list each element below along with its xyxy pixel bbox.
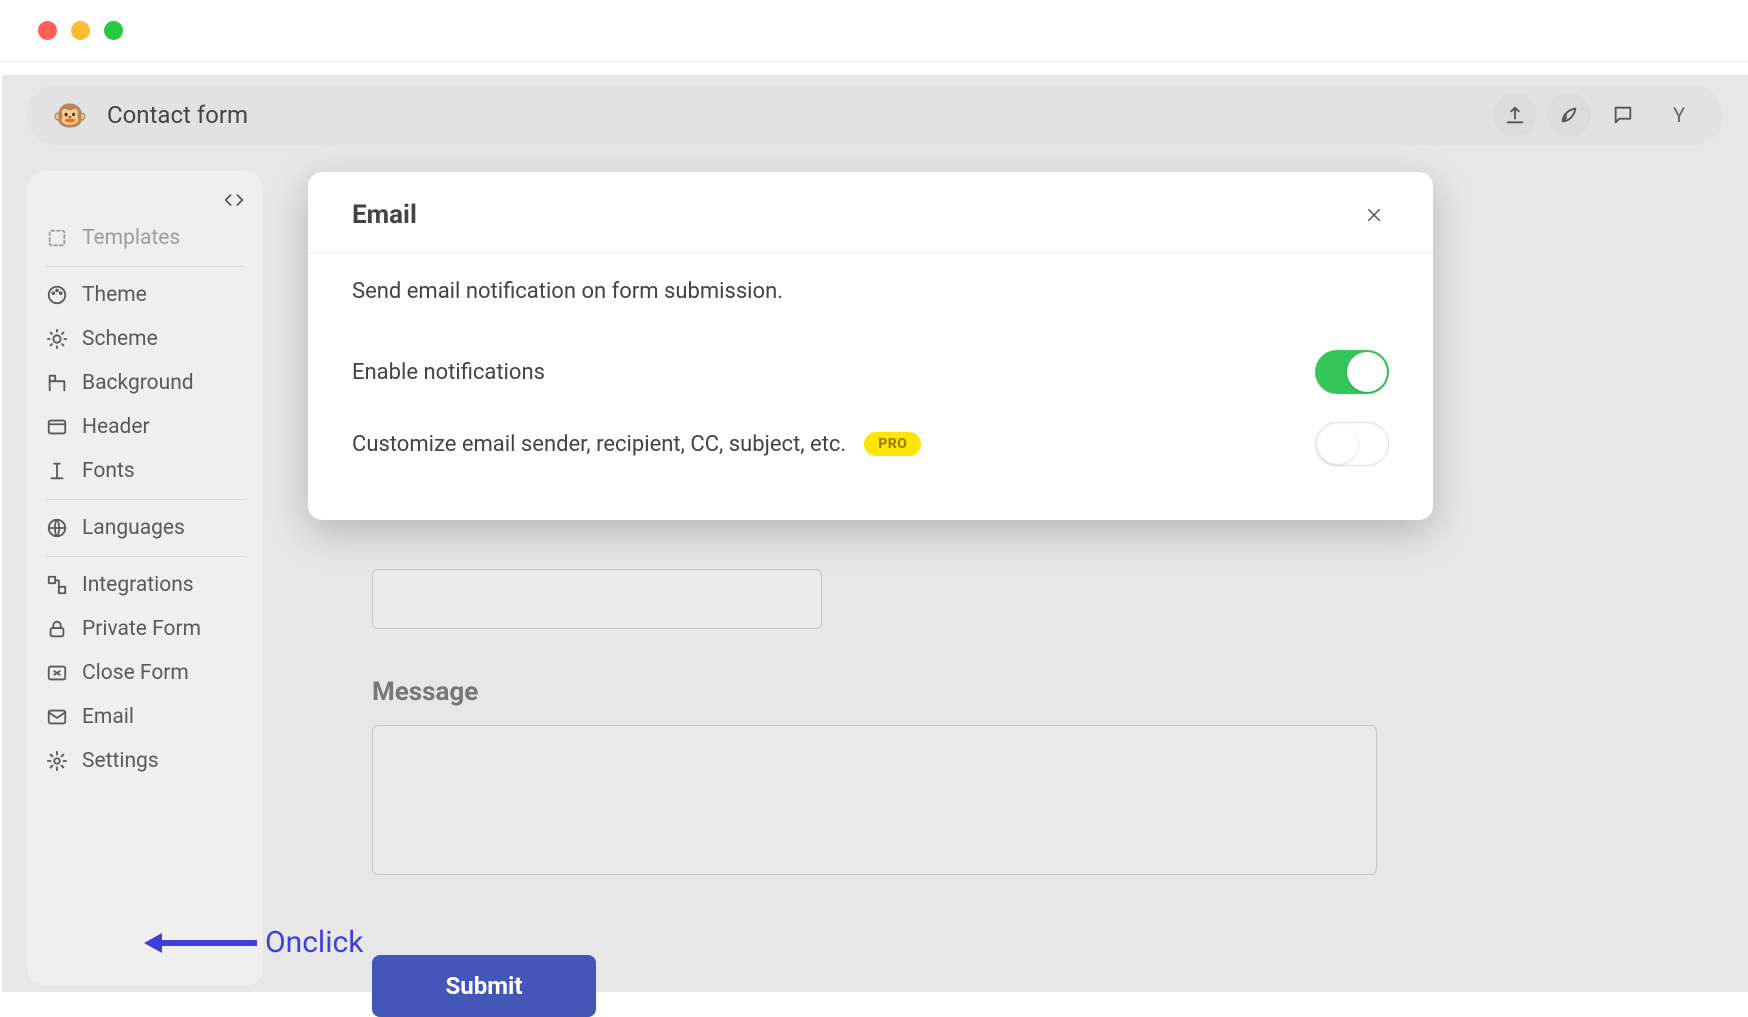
sidebar-item-scheme[interactable]: Scheme [28,317,262,361]
enable-notifications-toggle[interactable] [1315,350,1389,394]
globe-icon [46,517,68,539]
sidebar-item-languages[interactable]: Languages [28,506,262,550]
sidebar-item-label: Header [82,415,150,439]
pro-badge: PRO [864,432,921,456]
mail-icon [46,706,68,728]
comments-button[interactable] [1601,93,1645,137]
sidebar-item-label: Theme [82,283,147,307]
templates-icon [46,227,68,249]
font-icon [46,460,68,482]
sidebar-item-private-form[interactable]: Private Form [28,607,262,651]
user-avatar[interactable]: Y [1659,95,1699,135]
sidebar-item-fonts[interactable]: Fonts [28,449,262,493]
email-settings-dialog: Email Send email notification on form su… [308,172,1433,520]
sidebar-item-integrations[interactable]: Integrations [28,563,262,607]
toggle-knob [1347,352,1387,392]
row-enable-notifications: Enable notifications [352,336,1389,408]
arrow-left-icon [144,933,162,953]
sidebar-item-label: Integrations [82,573,194,597]
header-icon [46,416,68,438]
sidebar-item-close-form[interactable]: Close Form [28,651,262,695]
sidebar-item-label: Fonts [82,459,135,483]
sidebar-item-header[interactable]: Header [28,405,262,449]
row-customize-email: Customize email sender, recipient, CC, s… [352,408,1389,480]
enable-notifications-label: Enable notifications [352,360,545,385]
customize-email-label: Customize email sender, recipient, CC, s… [352,432,846,457]
message-label: Message [372,677,1372,707]
share-button[interactable] [1493,93,1537,137]
text-input[interactable] [372,569,822,629]
publish-button[interactable] [1547,93,1591,137]
sidebar-item-settings[interactable]: Settings [28,739,262,783]
lock-icon [46,618,68,640]
topbar: 🐵 Contact form Y [27,85,1723,145]
sidebar-separator [46,556,244,557]
background-icon [46,372,68,394]
sidebar-item-label: Email [82,705,134,729]
palette-icon [46,284,68,306]
dialog-header: Email [308,172,1433,253]
minimize-window-icon[interactable] [71,21,90,40]
customize-email-toggle[interactable] [1315,422,1389,466]
sidebar-item-background[interactable]: Background [28,361,262,405]
sidebar-item-label: Close Form [82,661,189,685]
message-textarea[interactable] [372,725,1377,875]
comment-icon [1612,104,1634,126]
sidebar-item-label: Private Form [82,617,201,641]
dialog-description: Send email notification on form submissi… [352,279,1389,304]
window-titlebar [0,0,1748,62]
sidebar-item-templates[interactable]: Templates [28,216,262,260]
gear-icon [46,750,68,772]
submit-button[interactable]: Submit [372,955,596,1017]
close-form-icon [46,662,68,684]
close-icon [1365,206,1383,224]
app-logo-monkey-icon: 🐵 [51,96,89,134]
sidebar-separator [46,266,244,267]
close-window-icon[interactable] [38,21,57,40]
sidebar-item-label: Templates [82,226,180,250]
arrow-line [161,940,257,946]
toggle-knob [1318,424,1358,464]
dialog-title: Email [352,200,417,230]
annotation-text: Onclick [265,925,363,960]
sun-icon [46,328,68,350]
dialog-body: Send email notification on form submissi… [308,253,1433,520]
code-icon [224,190,244,210]
sidebar-item-email[interactable]: Email [28,695,262,739]
dialog-close-button[interactable] [1359,200,1389,230]
submit-button-label: Submit [446,972,523,1000]
sidebar-item-label: Background [82,371,194,395]
integrations-icon [46,574,68,596]
sidebar-item-label: Scheme [82,327,158,351]
code-toggle-button[interactable] [28,182,262,216]
upload-icon [1504,104,1526,126]
avatar-letter: Y [1673,103,1685,127]
rocket-icon [1558,104,1580,126]
annotation-onclick: Onclick [144,925,363,960]
sidebar: Templates Theme Scheme Background Header… [27,171,263,986]
maximize-window-icon[interactable] [104,21,123,40]
sidebar-item-label: Languages [82,516,185,540]
sidebar-separator [46,499,244,500]
sidebar-item-theme[interactable]: Theme [28,273,262,317]
sidebar-item-label: Settings [82,749,159,773]
form-title: Contact form [107,101,248,129]
